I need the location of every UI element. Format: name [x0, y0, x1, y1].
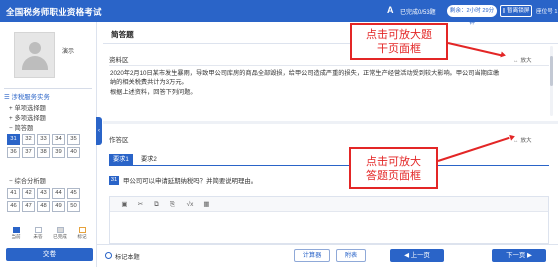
question-button-46[interactable]: 46: [7, 201, 20, 212]
question-button-34[interactable]: 34: [52, 134, 65, 145]
question-button-35[interactable]: 35: [67, 134, 80, 145]
section-short-answer[interactable]: − 简答题: [9, 123, 33, 132]
subject-link[interactable]: ☰ 涉税服务实务: [4, 92, 50, 101]
attachment-button[interactable]: 附表: [336, 249, 366, 262]
formula-icon[interactable]: √x: [184, 200, 196, 209]
question-button-33[interactable]: 33: [37, 134, 50, 145]
question-type-bar: 简答题: [103, 22, 558, 44]
bottom-bar: 标记本题 计算器 附表 ◀ 上一页 下一页 ▶: [97, 244, 558, 267]
answer-label: 作答区: [109, 137, 129, 144]
copy-icon[interactable]: ⧉: [152, 200, 161, 209]
prev-page-button[interactable]: ◀ 上一页: [390, 249, 444, 262]
mark-question-label[interactable]: 标记本题: [115, 252, 140, 261]
marked-swatch-icon: [78, 227, 86, 233]
legend-marked: 标记: [72, 227, 92, 240]
collapse-sidebar-handle[interactable]: ‹: [96, 117, 102, 145]
calculator-button[interactable]: 计算器: [294, 249, 330, 262]
question-button-45[interactable]: 45: [67, 188, 80, 199]
answer-expand-button[interactable]: ↔ 放大: [513, 136, 532, 144]
paste-icon[interactable]: ⎘: [168, 200, 177, 209]
status-legend: 当前 未答 已完成 标记: [6, 227, 94, 241]
avatar: [14, 32, 55, 78]
seat-info: 座位号 1: [536, 7, 557, 15]
question-button-40[interactable]: 40: [67, 147, 80, 158]
prev-arrow-icon: ◀: [404, 252, 409, 259]
material-panel: 资料区 ↔ 放大 2020年2月10日某市发生暴雨，导致甲公司库房的商品全部毁损，…: [103, 44, 556, 120]
legend-unanswered: 未答: [28, 227, 48, 240]
question-button-43[interactable]: 43: [37, 188, 50, 199]
question-number-badge: 31: [109, 176, 119, 185]
current-swatch-icon: [12, 227, 20, 233]
tab-requirement-1[interactable]: 要求1: [109, 154, 133, 166]
next-arrow-icon: ▶: [527, 252, 532, 259]
insert-box-icon[interactable]: ▣: [120, 200, 129, 209]
seat-label: 座位号: [536, 9, 553, 15]
editor-toolbar: ▣ ✂ ⧉ ⎘ √x ▦: [110, 197, 548, 212]
table-icon[interactable]: ▦: [202, 200, 211, 209]
avatar-head-icon: [29, 42, 41, 54]
tab-requirement-2[interactable]: 要求2: [137, 154, 161, 166]
question-button-44[interactable]: 44: [52, 188, 65, 199]
legend-current: 当前: [6, 227, 26, 240]
sidebar: 演示 ☰ 涉税服务实务 + 单项选择题 + 多项选择题 − 简答题 31 32 …: [0, 22, 97, 267]
scrollbar-thumb[interactable]: [550, 56, 553, 86]
question-type-title: 简答题: [111, 30, 134, 39]
requirement-tabs: 要求1 要求2: [109, 154, 549, 166]
question-button-38[interactable]: 38: [37, 147, 50, 158]
material-label: 资料区: [109, 57, 129, 64]
question-button-48[interactable]: 48: [37, 201, 50, 212]
cut-icon[interactable]: ✂: [136, 200, 145, 209]
material-text: 2020年2月10日某市发生暴雨，导致甲公司库房的商品全部毁损，给甲公司造成严重…: [110, 70, 500, 96]
question-button-36[interactable]: 36: [7, 147, 20, 158]
question-text: 甲公司可以申请延期纳税吗？并简要说明理由。: [123, 178, 258, 185]
seat-number: 1: [554, 9, 558, 15]
material-divider: [109, 65, 549, 66]
answer-annotation-note: 点击可放大 答题页面框: [349, 147, 438, 189]
section-comprehensive[interactable]: − 综合分析题: [9, 176, 46, 185]
sidebar-divider: [4, 88, 92, 89]
submit-exam-button[interactable]: 交卷: [6, 248, 93, 261]
question-button-31[interactable]: 31: [7, 134, 20, 145]
mark-question-radio[interactable]: [105, 252, 112, 259]
progress-count: 已完成0/53题: [400, 10, 436, 16]
question-button-37[interactable]: 37: [22, 147, 35, 158]
font-size-icon[interactable]: A: [387, 5, 394, 15]
question-button-42[interactable]: 42: [22, 188, 35, 199]
question-button-49[interactable]: 49: [52, 201, 65, 212]
question-button-41[interactable]: 41: [7, 188, 20, 199]
material-expand-button[interactable]: ↔ 放大: [513, 56, 532, 64]
material-annotation-note: 点击可放大题 干页面框: [350, 23, 448, 60]
short-answer-grid: 31 32 33 34 35 36 37 38 39 40: [7, 134, 80, 158]
completed-swatch-icon: [56, 227, 64, 233]
candidate-name: 演示: [62, 49, 75, 55]
expand-arrows-icon: ↔: [513, 58, 519, 64]
header-bar: 全国税务师职业资格考试 A 已完成0/53题 剩余：2小时 29分钟 || 暂离…: [0, 0, 558, 26]
pause-lock-button[interactable]: || 暂离锁屏: [500, 5, 532, 17]
section-multiple-choice[interactable]: + 多项选择题: [9, 113, 46, 122]
unanswered-swatch-icon: [34, 227, 42, 233]
next-page-button[interactable]: 下一页 ▶: [492, 249, 546, 262]
avatar-body-icon: [22, 56, 48, 70]
question-button-32[interactable]: 32: [22, 134, 35, 145]
question-button-50[interactable]: 50: [67, 201, 80, 212]
section-single-choice[interactable]: + 单项选择题: [9, 103, 46, 112]
countdown-timer: 剩余：2小时 29分钟: [447, 5, 497, 26]
list-icon: ☰: [4, 94, 10, 101]
comprehensive-grid: 41 42 43 44 45 46 47 48 49 50: [7, 188, 80, 212]
answer-editor[interactable]: ▣ ✂ ⧉ ⎘ √x ▦: [109, 196, 549, 244]
material-scrollbar[interactable]: [550, 46, 553, 116]
app-title: 全国税务师职业资格考试: [6, 7, 102, 17]
chevron-left-icon: ‹: [98, 128, 100, 134]
legend-completed: 已完成: [50, 227, 70, 240]
question-button-39[interactable]: 39: [52, 147, 65, 158]
question-button-47[interactable]: 47: [22, 201, 35, 212]
